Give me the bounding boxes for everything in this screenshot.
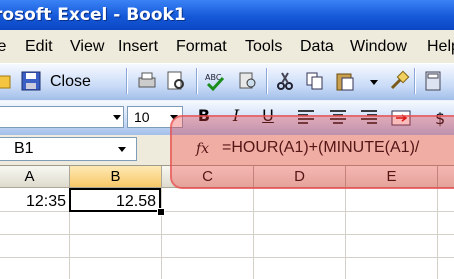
fill-handle[interactable] <box>157 208 165 216</box>
menu-help[interactable]: Help <box>427 38 454 56</box>
active-cell-border <box>69 188 161 212</box>
menu-file[interactable]: le <box>0 38 6 56</box>
print-preview-icon[interactable] <box>165 70 187 92</box>
font-name-box[interactable] <box>0 106 124 128</box>
format-painter-icon[interactable] <box>388 70 410 92</box>
title-bar: rosoft Excel - Book1 <box>0 0 454 30</box>
toolbar-separator <box>414 68 416 94</box>
menu-tools[interactable]: Tools <box>245 38 282 56</box>
paste-options-dropdown[interactable] <box>370 80 378 85</box>
menu-insert[interactable]: Insert <box>118 38 158 56</box>
grid-line <box>0 257 454 258</box>
column-header-a[interactable]: A <box>0 166 70 188</box>
cell-a1[interactable]: 12:35 <box>0 193 66 211</box>
menu-window[interactable]: Window <box>350 38 407 56</box>
column-header-b[interactable]: B <box>70 166 162 188</box>
toolbar-separator <box>126 68 128 94</box>
name-box-value: B1 <box>14 140 34 157</box>
font-name-dropdown[interactable] <box>113 115 121 120</box>
name-box-dropdown[interactable] <box>118 147 126 152</box>
research-icon[interactable] <box>237 70 259 92</box>
copy-icon[interactable] <box>304 70 326 92</box>
formula-highlight-overlay <box>170 115 454 189</box>
print-icon[interactable] <box>136 70 158 92</box>
name-box[interactable]: B1 <box>0 137 137 161</box>
spelling-icon[interactable]: ABC <box>204 70 226 92</box>
grid-line <box>0 234 454 235</box>
open-icon[interactable] <box>0 70 14 92</box>
window-title: rosoft Excel - Book1 <box>0 5 186 25</box>
menu-bar: le Edit View Insert Format Tools Data Wi… <box>0 30 454 63</box>
toolbar-separator <box>266 68 268 94</box>
save-icon[interactable] <box>20 70 42 92</box>
menu-edit[interactable]: Edit <box>25 38 53 56</box>
font-size-value: 10 <box>134 109 150 125</box>
close-button[interactable]: Close <box>50 73 91 91</box>
menu-data[interactable]: Data <box>300 38 334 56</box>
menu-view[interactable]: View <box>70 38 104 56</box>
toolbar-separator <box>196 68 198 94</box>
cut-icon[interactable] <box>274 70 296 92</box>
menu-format[interactable]: Format <box>176 38 227 56</box>
calculator-icon[interactable] <box>422 70 444 92</box>
paste-icon[interactable] <box>334 70 356 92</box>
